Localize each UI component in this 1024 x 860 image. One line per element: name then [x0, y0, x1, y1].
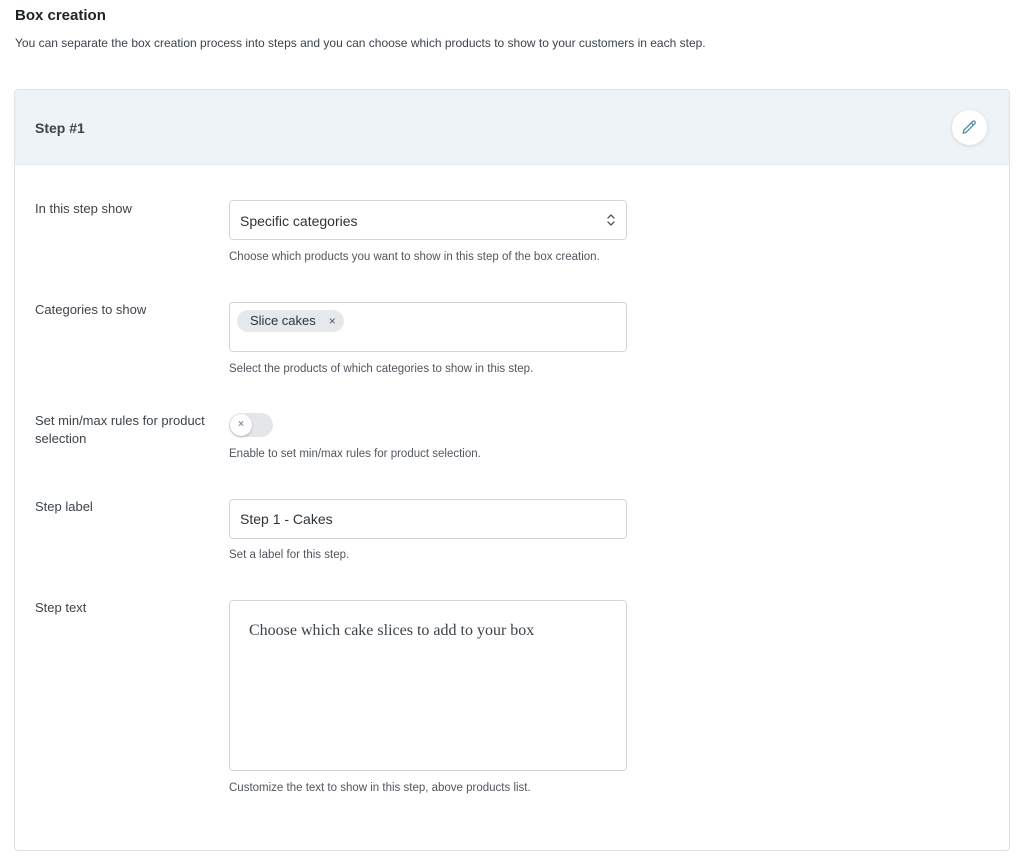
minmax-toggle[interactable]: × [229, 413, 273, 437]
show-field-label: In this step show [35, 201, 132, 216]
step-label-field [229, 499, 627, 539]
edit-step-button[interactable] [952, 110, 987, 145]
step-text-editor[interactable]: Choose which cake slices to add to your … [229, 600, 627, 771]
show-field-help: Choose which products you want to show i… [229, 251, 600, 263]
step-label-help: Set a label for this step. [229, 549, 350, 561]
step-text-field-label: Step text [35, 600, 87, 615]
show-select-value: Specific categories [240, 213, 358, 229]
categories-field-label: Categories to show [35, 302, 147, 317]
close-icon: × [238, 419, 244, 430]
step-panel: Step #1 In this step show Specific categ… [14, 89, 1010, 851]
show-select[interactable]: Specific categories [229, 200, 627, 240]
category-tag-label: Slice cakes [250, 313, 316, 328]
step-label-field-label: Step label [35, 499, 93, 514]
step-text-content: Choose which cake slices to add to your … [249, 622, 535, 639]
categories-field-help: Select the products of which categories … [229, 363, 534, 375]
minmax-field-label: Set min/max rules for product selection [35, 413, 205, 446]
step-text-help: Customize the text to show in this step,… [229, 782, 531, 794]
toggle-knob: × [230, 414, 252, 436]
pencil-icon [961, 119, 978, 136]
remove-tag-icon[interactable]: × [329, 310, 336, 332]
step-header: Step #1 [15, 90, 1009, 165]
step-title: Step #1 [35, 120, 85, 136]
section-title: Box creation [15, 7, 106, 24]
section-description: You can separate the box creation proces… [15, 36, 706, 50]
step-label-input[interactable] [230, 500, 626, 538]
categories-multiselect[interactable]: Slice cakes × [229, 302, 627, 352]
minmax-field-help: Enable to set min/max rules for product … [229, 448, 481, 460]
category-tag: Slice cakes × [237, 310, 344, 332]
select-arrows-icon [606, 211, 616, 229]
